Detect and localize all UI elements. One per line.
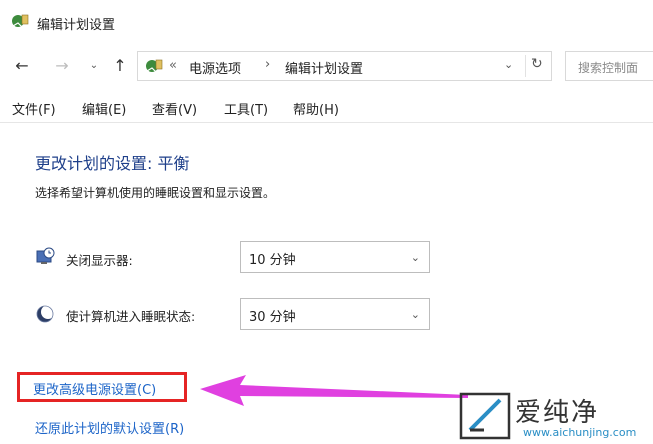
sleep-timeout-select[interactable]: 30 分钟 ⌄ bbox=[240, 298, 430, 330]
sleep-timeout-value: 30 分钟 bbox=[249, 310, 296, 325]
title-bar: 编辑计划设置 bbox=[0, 0, 653, 40]
watermark-url: www.aichunjing.com bbox=[523, 426, 637, 439]
search-input[interactable]: 搜索控制面 bbox=[565, 51, 653, 81]
chevron-down-icon[interactable]: ⌄ bbox=[84, 56, 104, 76]
address-divider bbox=[525, 55, 526, 77]
chevron-down-icon[interactable]: ⌄ bbox=[504, 58, 513, 71]
menu-edit[interactable]: 编辑(E) bbox=[82, 99, 126, 118]
restore-defaults-link[interactable]: 还原此计划的默认设置(R) bbox=[35, 418, 184, 437]
menu-help[interactable]: 帮助(H) bbox=[293, 99, 339, 118]
page-title: 更改计划的设置: 平衡 bbox=[35, 154, 190, 173]
menu-tools[interactable]: 工具(T) bbox=[224, 99, 268, 118]
advanced-settings-link[interactable]: 更改高级电源设置(C) bbox=[17, 372, 187, 402]
setting-label-display: 关闭显示器: bbox=[66, 253, 133, 268]
menu-file[interactable]: 文件(F) bbox=[12, 99, 56, 118]
setting-label-sleep: 使计算机进入睡眠状态: bbox=[66, 309, 196, 324]
chevron-down-icon: ⌄ bbox=[410, 308, 420, 321]
breadcrumb-overflow[interactable]: « bbox=[169, 58, 177, 73]
refresh-icon[interactable]: ↻ bbox=[531, 56, 543, 72]
moon-icon bbox=[36, 305, 55, 323]
navigation-bar: ← → ⌄ ↑ « 电源选项 › 编辑计划设置 ⌄ ↻ 搜索控制面 bbox=[0, 48, 653, 86]
breadcrumb-separator[interactable]: › bbox=[265, 57, 270, 72]
annotation-arrow bbox=[200, 375, 468, 406]
power-options-icon bbox=[12, 14, 29, 28]
display-timeout-select[interactable]: 10 分钟 ⌄ bbox=[240, 241, 430, 273]
arrow-up-icon[interactable]: ↑ bbox=[110, 56, 130, 76]
display-timeout-value: 10 分钟 bbox=[249, 253, 296, 268]
breadcrumb-edit-plan[interactable]: 编辑计划设置 bbox=[285, 58, 363, 77]
monitor-clock-icon bbox=[36, 247, 55, 264]
window-title: 编辑计划设置 bbox=[37, 18, 116, 33]
watermark-text: 爱纯净 bbox=[515, 398, 600, 428]
page-subtitle: 选择希望计算机使用的睡眠设置和显示设置。 bbox=[35, 186, 276, 200]
address-bar[interactable]: « 电源选项 › 编辑计划设置 ⌄ ↻ bbox=[137, 51, 552, 81]
menu-bar: 文件(F) 编辑(E) 查看(V) 工具(T) 帮助(H) bbox=[0, 96, 653, 123]
arrow-right-icon[interactable]: → bbox=[52, 56, 72, 76]
arrow-left-icon[interactable]: ← bbox=[12, 56, 32, 76]
chevron-down-icon: ⌄ bbox=[410, 251, 420, 264]
menu-view[interactable]: 查看(V) bbox=[152, 99, 197, 118]
power-options-icon bbox=[146, 59, 163, 73]
breadcrumb-power-options[interactable]: 电源选项 bbox=[189, 58, 241, 77]
